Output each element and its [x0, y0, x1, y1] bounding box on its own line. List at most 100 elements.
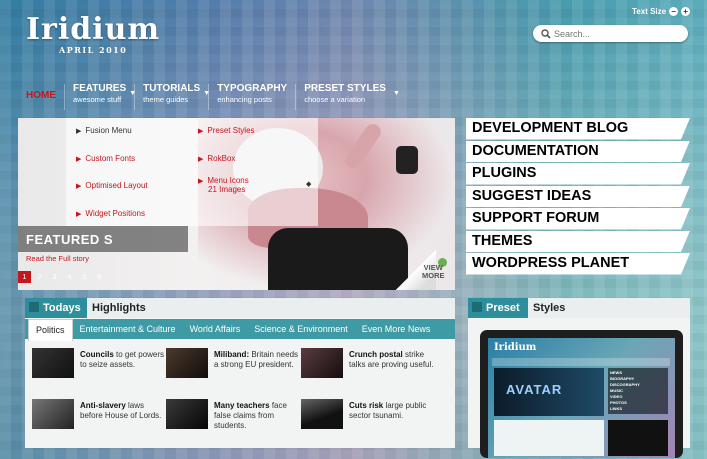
quick-links: DEVELOPMENT BLOG DOCUMENTATION PLUGINS S…: [466, 118, 690, 276]
module-title: Highlights: [92, 302, 146, 314]
text-size-increase-icon[interactable]: +: [681, 7, 691, 16]
module-tab: Todays: [25, 298, 87, 318]
link-plugins[interactable]: PLUGINS: [466, 163, 690, 185]
news-item[interactable]: Councils to get powers to seize assets.: [32, 348, 164, 388]
view-more-button[interactable]: VIEW MORE: [422, 264, 445, 280]
news-item[interactable]: Crunch postal strike talks are proving u…: [301, 348, 434, 388]
news-text: Anti-slavery laws before House of Lords.: [80, 401, 165, 421]
arrow-right-icon: ▶: [198, 156, 204, 163]
search-input[interactable]: [554, 28, 684, 39]
logo-date: APRIL 2010: [59, 45, 128, 55]
tab-politics[interactable]: Politics: [28, 319, 73, 341]
preview-content: [494, 420, 604, 456]
arrow-right-icon: ▶: [76, 211, 82, 218]
arrow-right-icon: ▶: [76, 183, 82, 190]
news-headline: Anti-slavery: [80, 401, 126, 410]
nav-tutorials[interactable]: TUTORIALS theme guides ▼: [135, 78, 210, 116]
todays-highlights-module: Todays Highlights Politics Entertainment…: [25, 298, 455, 448]
tab-even-more-news[interactable]: Even More News: [355, 319, 438, 339]
preset-preview-tablet[interactable]: Iridium AVATAR NEWS BIOGRAPHY DISCOGRAPH…: [480, 330, 683, 458]
nav-preset-styles-title: PRESET STYLES: [304, 83, 386, 94]
news-text: Miliband: Britain needs a strong EU pres…: [214, 350, 299, 370]
nav-preset-styles-sub: choose a variation: [304, 95, 366, 104]
news-thumbnail: [301, 348, 343, 378]
module-tab: Preset: [468, 298, 528, 318]
featured-slideshow[interactable]: ▶ Fusion Menu ▶ Custom Fonts ▶ Optimised La…: [18, 118, 455, 290]
slide-pagination: 1 2 3 4 5 6: [18, 270, 106, 284]
link-wordpress-planet[interactable]: WORDPRESS PLANET: [466, 253, 690, 275]
arrow-right-icon: ▶: [76, 128, 82, 135]
menu-item-preset-styles[interactable]: ▶ Preset Styles: [198, 126, 255, 135]
tab-entertainment-culture[interactable]: Entertainment & Culture: [73, 319, 183, 339]
preview-logo: Iridium: [494, 342, 537, 353]
menu-item-label: Custom Fonts: [85, 154, 136, 163]
category-tabs: Politics Entertainment & Culture World A…: [25, 319, 455, 341]
link-themes[interactable]: THEMES: [466, 230, 690, 252]
slide-page-4[interactable]: 4: [63, 271, 76, 283]
slide-page-6[interactable]: 6: [93, 271, 106, 283]
nav-features-title: FEATURES: [73, 83, 127, 94]
text-size-decrease-icon[interactable]: −: [669, 7, 679, 16]
news-headline: Councils: [80, 350, 114, 359]
module-title: Styles: [533, 302, 566, 314]
news-thumbnail: [32, 348, 74, 378]
news-thumbnail: [166, 399, 208, 429]
news-item[interactable]: Anti-slavery laws before House of Lords.: [32, 399, 162, 439]
nav-typography[interactable]: TYPOGRAPHY enhancing posts: [209, 78, 295, 116]
main-nav: HOME FEATURES awesome stuff ▼ TUTORIALS …: [18, 78, 690, 116]
menu-item-optimised-layout[interactable]: ▶ Optimised Layout: [76, 181, 148, 190]
link-development-blog[interactable]: DEVELOPMENT BLOG: [466, 118, 690, 140]
news-thumbnail: [32, 399, 74, 429]
menu-item-sublabel: 21 Images: [208, 185, 246, 194]
news-text: Crunch postal strike talks are proving u…: [349, 350, 434, 370]
featured-title: FEATURED S: [26, 232, 114, 247]
news-thumbnail: [166, 348, 208, 378]
news-headline: Miliband:: [214, 350, 250, 359]
submenu-indicator-icon: ◆: [306, 181, 312, 188]
tab-world-affairs[interactable]: World Affairs: [183, 319, 248, 339]
arrow-right-icon: ▶: [76, 156, 82, 163]
menu-item-custom-fonts[interactable]: ▶ Custom Fonts: [76, 154, 135, 163]
news-headline: Cuts risk: [349, 401, 384, 410]
news-item[interactable]: Miliband: Britain needs a strong EU pres…: [166, 348, 299, 388]
preview-menu: NEWS BIOGRAPHY DISCOGRAPHY MUSIC VIDEO P…: [608, 368, 668, 414]
nav-home[interactable]: HOME: [18, 78, 64, 116]
news-text: Cuts risk large public sector tsunami.: [349, 401, 434, 421]
preset-preview-screen: Iridium AVATAR NEWS BIOGRAPHY DISCOGRAPH…: [488, 338, 675, 458]
link-support-forum[interactable]: SUPPORT FORUM: [466, 208, 690, 230]
link-documentation[interactable]: DOCUMENTATION: [466, 140, 690, 162]
site-logo[interactable]: Iridium: [26, 12, 160, 47]
slide-page-1[interactable]: 1: [18, 271, 31, 283]
nav-tutorials-title: TUTORIALS: [143, 83, 201, 94]
nav-typography-sub: enhancing posts: [217, 95, 272, 104]
read-full-story-link[interactable]: Read the Full story: [26, 254, 89, 263]
news-headline: Many teachers: [214, 401, 270, 410]
menu-item-menu-icons[interactable]: ▶ Menu Icons 21 Images: [198, 176, 249, 194]
menu-item-label: Fusion Menu: [85, 126, 132, 135]
featured-photo-glove: [396, 146, 418, 174]
slide-page-5[interactable]: 5: [78, 271, 91, 283]
link-suggest-ideas[interactable]: SUGGEST IDEAS: [466, 185, 690, 207]
chevron-down-icon: ▼: [392, 90, 400, 97]
preview-nav: [492, 358, 670, 366]
menu-item-label: Optimised Layout: [85, 181, 148, 190]
menu-item-rokbox[interactable]: ▶ RokBox: [198, 154, 235, 163]
tab-science-environment[interactable]: Science & Environment: [247, 319, 355, 339]
preview-menu-item: LINKS: [610, 406, 622, 411]
slide-page-3[interactable]: 3: [48, 271, 61, 283]
menu-item-widget-positions[interactable]: ▶ Widget Positions: [76, 209, 145, 218]
nav-features-sub: awesome stuff: [73, 95, 122, 104]
nav-features[interactable]: FEATURES awesome stuff ▼: [65, 78, 136, 116]
menu-item-fusion-menu[interactable]: ▶ Fusion Menu: [76, 126, 132, 135]
news-item[interactable]: Cuts risk large public sector tsunami.: [301, 399, 431, 439]
news-text: Many teachers face false claims from stu…: [214, 401, 299, 431]
text-size-label: Text Size: [632, 7, 667, 16]
slide-page-2[interactable]: 2: [33, 271, 46, 283]
nav-tutorials-sub: theme guides: [143, 95, 189, 104]
news-thumbnail: [301, 399, 343, 429]
nav-preset-styles[interactable]: PRESET STYLES choose a variation ▼: [296, 78, 402, 116]
news-item[interactable]: Many teachers face false claims from stu…: [166, 399, 296, 439]
search-icon: [541, 28, 551, 39]
preset-styles-module: Preset Styles Iridium AVATAR NEWS BIOGRA…: [468, 298, 690, 458]
menu-item-label: Widget Positions: [85, 209, 145, 218]
